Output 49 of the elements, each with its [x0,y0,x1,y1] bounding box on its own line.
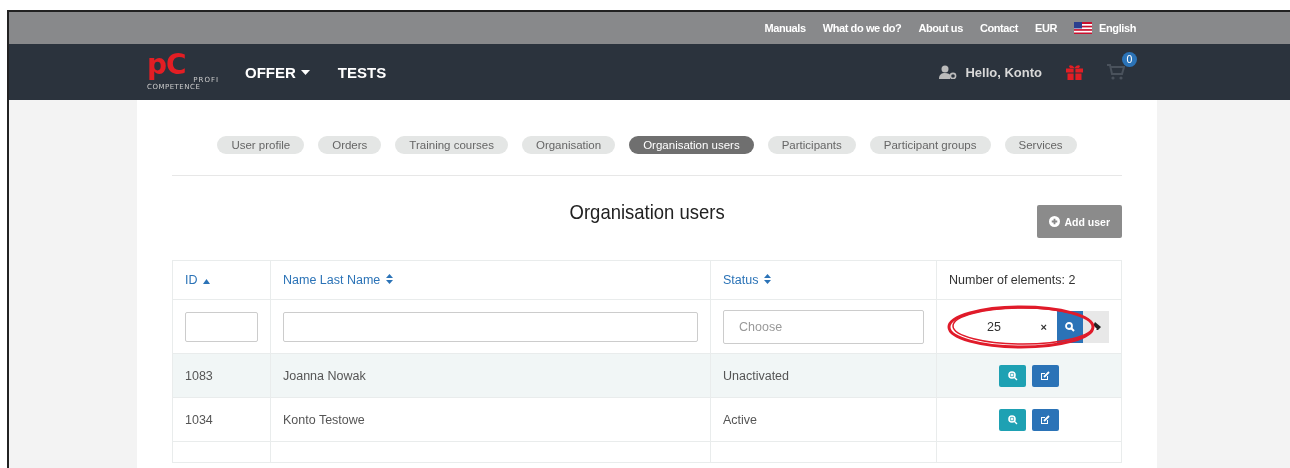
column-header[interactable]: ID [172,260,271,300]
edit-button[interactable] [1031,408,1059,431]
table-cell: 1034 [185,412,213,427]
view-button[interactable] [999,408,1027,431]
view-button[interactable] [999,364,1027,387]
tab[interactable]: Training courses [395,136,508,154]
tab[interactable]: Orders [318,136,382,154]
tab[interactable]: Organisation users [629,136,754,154]
column-header[interactable]: Status [710,260,937,300]
add-user-button[interactable]: Add user [1037,205,1122,238]
nav-menu-item[interactable]: OFFER [245,63,310,81]
plus-circle-icon [1049,216,1061,227]
language-link[interactable]: English [1099,22,1136,34]
cart-icon[interactable] [1107,64,1125,80]
page-title: Organisation users [569,200,725,224]
zoom-in-icon [1007,370,1018,381]
tab[interactable]: Participant groups [869,136,991,154]
table-cell: Joanna Nowak [283,368,366,383]
nav-menu-item[interactable]: TESTS [337,63,387,81]
top-link[interactable]: About us [918,22,963,34]
gift-icon[interactable] [1066,64,1083,80]
top-link[interactable]: What do we do? [822,22,902,34]
user-greeting[interactable]: Hello, Konto [965,64,1042,80]
table-cell: Unactivated [723,368,789,383]
table-row[interactable]: 1083 Joanna Nowak Unactivated [172,353,1122,398]
search-icon [1065,321,1075,332]
status-select[interactable]: Choose [723,309,924,344]
top-link[interactable]: Contact [979,22,1019,34]
edit-icon [1040,414,1051,425]
tab[interactable]: Organisation [521,136,616,154]
tab[interactable]: User profile [217,136,305,154]
element-count: Number of elements: 2 [936,260,1122,300]
user-settings-icon [939,65,958,79]
zoom-in-icon [1007,414,1018,425]
flag-icon [1074,22,1093,34]
name-filter-field[interactable] [283,311,698,342]
column-header[interactable]: Name Last Name [270,260,711,300]
cart-count-badge: 0 [1122,52,1137,67]
top-link[interactable]: Manuals [764,22,806,34]
table-row[interactable]: 1034 Konto Testowe Active [172,397,1122,442]
edit-button[interactable] [1031,364,1059,387]
top-link[interactable]: EUR [1035,22,1058,34]
edit-icon [1040,370,1051,381]
tab[interactable]: Services [1004,136,1077,154]
tab[interactable]: Participants [767,136,856,154]
table-cell: Active [723,412,758,427]
id-filter-field[interactable] [185,311,258,342]
table-cell: Konto Testowe [283,412,365,427]
table-cell: 1083 [185,368,213,383]
